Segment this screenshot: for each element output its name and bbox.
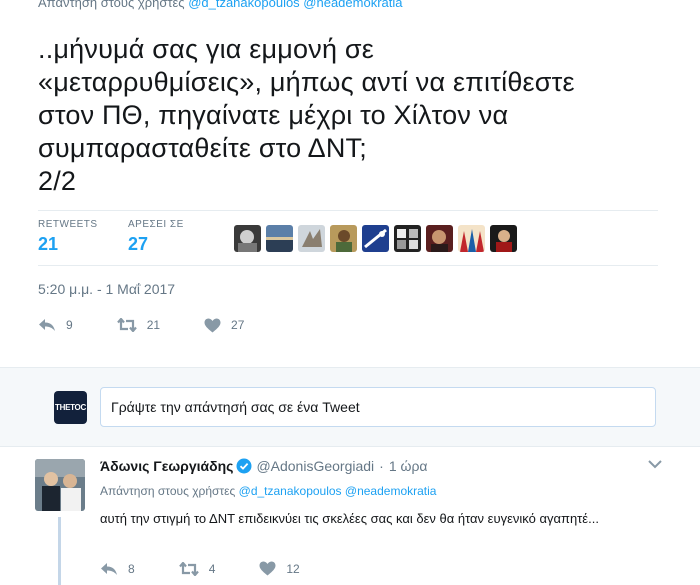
tweet-timestamp[interactable]: 5:20 μ.μ. - 1 Μαΐ 2017 [38, 281, 175, 297]
reply-actions: 8 4 12 [100, 561, 344, 576]
heart-icon [204, 318, 221, 332]
likes-stat[interactable]: ΑΡΕΣΕΙ ΣΕ 27 [128, 219, 184, 255]
reply-input[interactable]: Γράψτε την απάντησή σας σε ένα Tweet [100, 387, 656, 427]
retweets-count: 21 [38, 234, 59, 254]
liker-avatar[interactable] [298, 225, 325, 252]
like-button[interactable]: 27 [204, 318, 244, 333]
separator-dot: · [379, 458, 384, 474]
like-count: 27 [231, 318, 245, 332]
thread-line [58, 517, 61, 585]
liker-avatar[interactable] [362, 225, 389, 252]
liker-avatar[interactable] [458, 225, 485, 252]
tweet-actions: 9 21 27 [38, 313, 288, 337]
tweet-stats: RETWEETS 21 ΑΡΕΣΕΙ ΣΕ 27 [38, 210, 658, 266]
reply-time[interactable]: 1 ώρα [389, 458, 428, 474]
retweet-count: 21 [146, 318, 161, 332]
heart-icon [259, 561, 276, 576]
like-button[interactable]: 12 [259, 561, 300, 576]
reply-context-handles[interactable]: @d_tzanakopoulos @neademokratia [239, 484, 437, 498]
retweet-icon [178, 561, 199, 576]
retweet-icon [116, 318, 137, 332]
retweet-button[interactable]: 21 [116, 318, 161, 332]
liker-avatar[interactable] [426, 225, 453, 252]
retweets-label: RETWEETS [38, 219, 98, 230]
account-avatar[interactable]: THETOC [54, 391, 87, 424]
liker-avatar[interactable] [266, 225, 293, 252]
reply-author-avatar[interactable] [35, 459, 85, 511]
tweet-text: ..μήνυμά σας για εμμονή σε «μεταρρυθμίσε… [38, 34, 575, 196]
verified-badge-icon [236, 458, 252, 474]
reply-context: Απάντηση στους χρήστες @d_tzanakopoulos … [38, 0, 403, 10]
reply-button[interactable]: 9 [38, 318, 73, 332]
reply-context-prefix: Απάντηση στους χρήστες [100, 484, 236, 498]
reply-context-prefix: Απάντηση στους χρήστες [38, 0, 185, 10]
retweet-button[interactable]: 4 [178, 561, 216, 576]
reply-icon [39, 319, 55, 331]
liker-avatar[interactable] [330, 225, 357, 252]
reply-count: 9 [66, 318, 73, 332]
reply-button[interactable]: 8 [100, 562, 135, 576]
likes-label: ΑΡΕΣΕΙ ΣΕ [128, 219, 184, 230]
likes-count: 27 [128, 234, 149, 254]
chevron-down-icon[interactable] [648, 459, 662, 469]
reply-icon [101, 562, 117, 575]
reply-author-handle[interactable]: @AdonisGeorgiadi [256, 458, 374, 474]
reply-count: 8 [128, 561, 135, 576]
liker-avatars [234, 225, 517, 252]
reply-context-line: Απάντηση στους χρήστες @d_tzanakopoulos … [100, 484, 436, 498]
account-avatar-label: THETOC [55, 403, 86, 412]
reply-composer: THETOC Γράψτε την απάντησή σας σε ένα Tw… [0, 367, 700, 447]
reply-text: αυτή την στιγμή το ΔΝΤ επιδεικνύει τις σ… [100, 511, 599, 526]
retweets-stat[interactable]: RETWEETS 21 [38, 219, 98, 255]
liker-avatar[interactable] [490, 225, 517, 252]
reply-tweet[interactable]: Άδωνις Γεωργιάδης @AdonisGeorgiadi · 1 ώ… [0, 447, 700, 585]
reply-context-handles[interactable]: @d_tzanakopoulos @neademokratia [188, 0, 402, 10]
reply-header: Άδωνις Γεωργιάδης @AdonisGeorgiadi · 1 ώ… [100, 458, 428, 474]
like-count: 12 [286, 561, 300, 576]
reply-author-name[interactable]: Άδωνις Γεωργιάδης [100, 458, 233, 474]
liker-avatar[interactable] [234, 225, 261, 252]
liker-avatar[interactable] [394, 225, 421, 252]
retweet-count: 4 [208, 561, 216, 576]
